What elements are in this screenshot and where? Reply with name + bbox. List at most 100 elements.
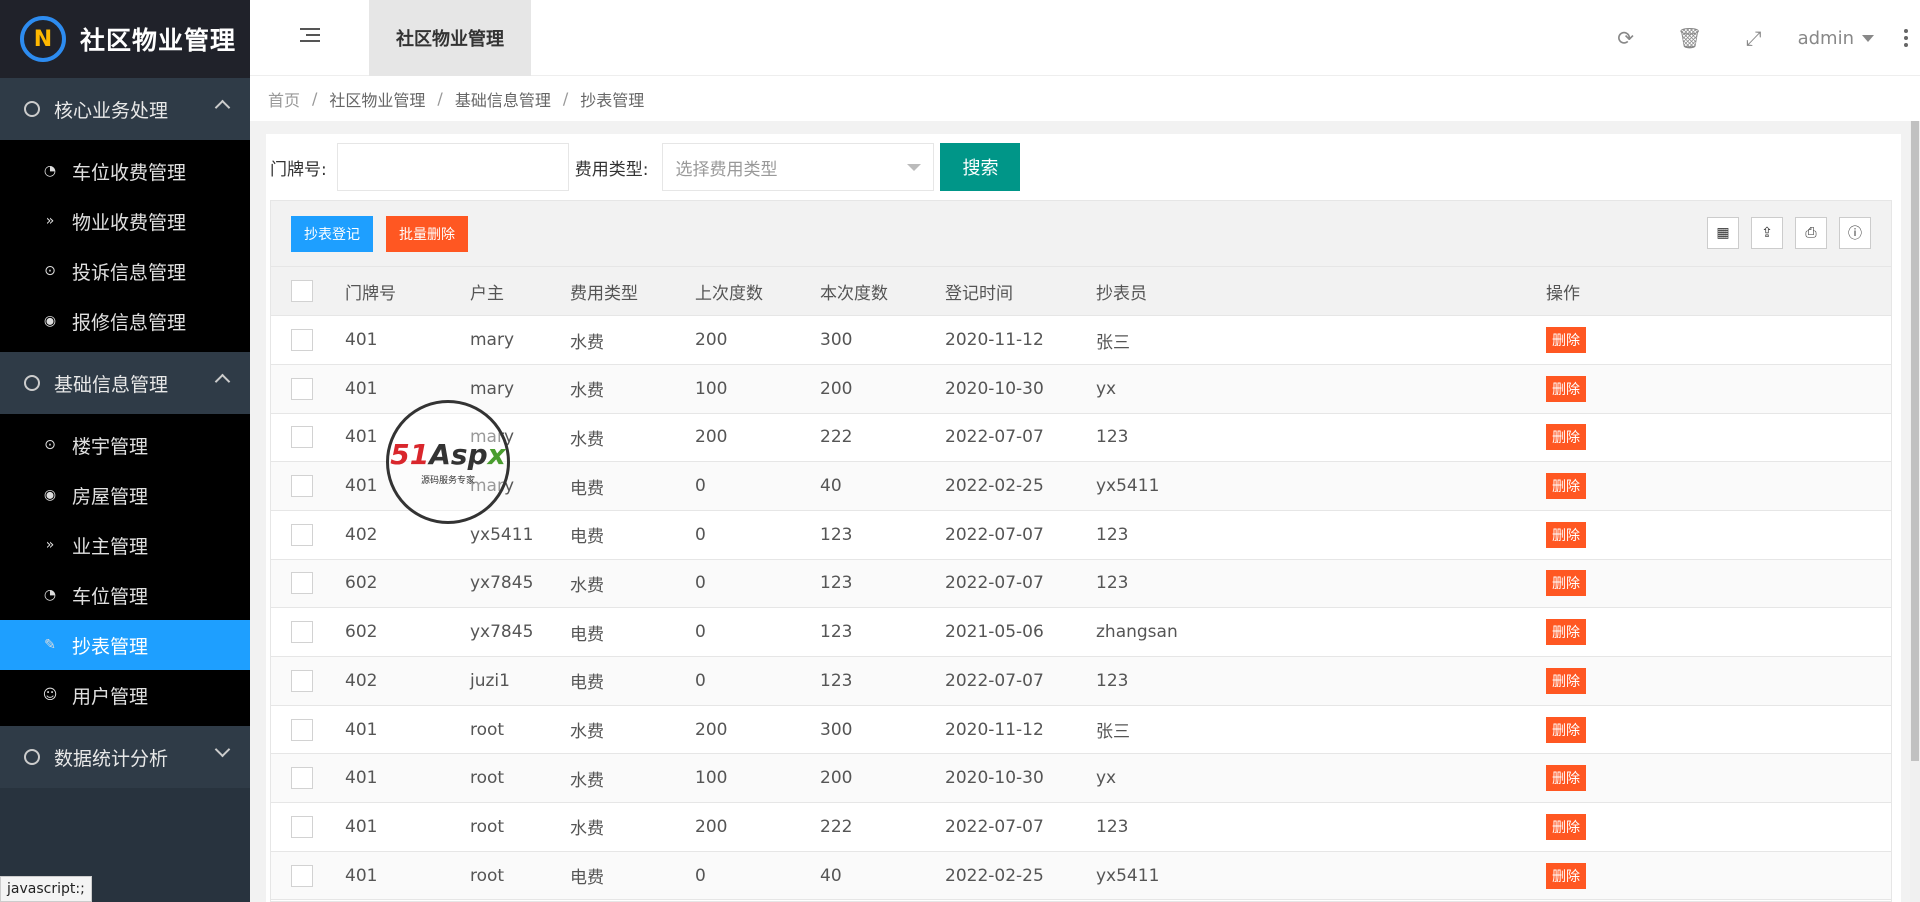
column-header[interactable]: 上次度数: [695, 267, 820, 317]
app-logo[interactable]: N 社区物业管理: [0, 0, 250, 78]
column-header[interactable]: 户主: [470, 267, 570, 317]
print-icon[interactable]: ⎙: [1795, 217, 1827, 249]
table-cell: 401: [345, 802, 470, 852]
column-header[interactable]: 本次度数: [820, 267, 945, 317]
table-cell: 123: [820, 607, 945, 657]
sidebar-item[interactable]: ⊙ 楼宇管理: [0, 420, 250, 470]
row-checkbox[interactable]: [291, 621, 313, 644]
table-row: 401 mary 水费 100 200 2020-10-30 yx 删除: [271, 364, 1891, 414]
sidebar-item-label: 业主管理: [72, 535, 149, 558]
delete-button[interactable]: 删除: [1546, 619, 1586, 646]
more-vertical-icon[interactable]: [1892, 28, 1920, 49]
row-checkbox[interactable]: [291, 718, 313, 741]
sidebar-item[interactable]: ☺ 用户管理: [0, 670, 250, 720]
delete-button[interactable]: 删除: [1546, 375, 1586, 402]
row-checkbox[interactable]: [291, 815, 313, 838]
column-header: 操作: [1396, 267, 1891, 317]
search-button[interactable]: 搜索: [940, 143, 1021, 191]
sidebar-item[interactable]: ◉ 房屋管理: [0, 470, 250, 520]
sidebar-item[interactable]: » 物业收费管理: [0, 196, 250, 246]
table-row: 402 juzi1 电费 0 123 2022-07-07 123 删除: [271, 656, 1891, 706]
column-header[interactable]: 登记时间: [945, 267, 1096, 317]
export-icon[interactable]: ⇪: [1751, 217, 1783, 249]
delete-button[interactable]: 删除: [1546, 327, 1586, 354]
columns-filter-icon[interactable]: ▦: [1707, 217, 1739, 249]
fee-type-select[interactable]: 选择费用类型: [662, 143, 935, 191]
add-reading-button[interactable]: 抄表登记: [291, 215, 373, 252]
column-header[interactable]: 费用类型: [570, 267, 695, 317]
user-menu[interactable]: admin: [1786, 28, 1892, 49]
header-tab[interactable]: 社区物业管理: [369, 0, 531, 76]
table-cell: 张三: [1096, 705, 1396, 755]
info-icon[interactable]: ⓘ: [1839, 217, 1871, 249]
app-title: 社区物业管理: [80, 26, 237, 55]
breadcrumb-item[interactable]: 基础信息管理: [455, 87, 551, 111]
sidebar-group[interactable]: 数据统计分析: [0, 726, 250, 788]
row-checkbox[interactable]: [291, 864, 313, 887]
table-cell: 水费: [570, 315, 695, 365]
table-cell: 200: [820, 753, 945, 804]
table-cell: mary: [470, 364, 570, 414]
select-all-checkbox[interactable]: [291, 280, 313, 303]
caret-down-icon: [1862, 34, 1874, 42]
breadcrumb-item[interactable]: 社区物业管理: [329, 87, 425, 111]
sidebar-item-label: 车位管理: [72, 585, 149, 608]
delete-button[interactable]: 删除: [1546, 765, 1586, 792]
row-checkbox[interactable]: [291, 475, 313, 498]
watermark-logo: 51Aspx 源码服务专家: [386, 400, 510, 524]
refresh-icon[interactable]: ⟳: [1594, 0, 1658, 76]
table-cell: 0: [695, 851, 820, 901]
table-row: 402 yx5411 电费 0 123 2022-07-07 123 删除: [271, 510, 1891, 560]
sidebar-item[interactable]: » 业主管理: [0, 520, 250, 570]
sidebar-item[interactable]: ✎ 抄表管理: [0, 620, 250, 670]
batch-delete-button[interactable]: 批量删除: [386, 215, 468, 252]
main-card: 门牌号: 费用类型: 选择费用类型 搜索 抄表登记 批量删除 ▦ ⇪ ⎙ ⓘ 门…: [266, 134, 1901, 902]
delete-button[interactable]: 删除: [1546, 473, 1586, 500]
breadcrumb-item[interactable]: 首页: [268, 87, 300, 111]
status-bar: javascript:;: [0, 876, 92, 902]
door-number-input[interactable]: [336, 143, 569, 191]
row-checkbox[interactable]: [291, 767, 313, 790]
delete-button[interactable]: 删除: [1546, 570, 1586, 597]
table-cell: 123: [1096, 802, 1396, 852]
row-checkbox[interactable]: [291, 572, 313, 595]
table-cell: 2022-07-07: [945, 656, 1096, 706]
sidebar-item[interactable]: ◔ 车位收费管理: [0, 146, 250, 196]
delete-button[interactable]: 删除: [1546, 862, 1586, 889]
fullscreen-icon[interactable]: ⤢: [1722, 0, 1786, 76]
delete-button[interactable]: 删除: [1546, 667, 1586, 694]
sidebar-item[interactable]: ⊙ 投诉信息管理: [0, 246, 250, 296]
sidebar-item[interactable]: ◔ 车位管理: [0, 570, 250, 620]
sidebar-group[interactable]: 核心业务处理: [0, 78, 250, 140]
table-cell: 电费: [570, 851, 695, 901]
row-checkbox[interactable]: [291, 523, 313, 546]
breadcrumb-current: 抄表管理: [580, 90, 645, 110]
row-checkbox[interactable]: [291, 426, 313, 449]
table-toolbar: 抄表登记 批量删除 ▦ ⇪ ⎙ ⓘ: [271, 201, 1891, 267]
column-header[interactable]: 抄表员: [1096, 267, 1396, 317]
sidebar-item[interactable]: ◉ 报修信息管理: [0, 296, 250, 346]
column-header[interactable]: 门牌号: [345, 267, 470, 317]
delete-button[interactable]: 删除: [1546, 813, 1586, 840]
delete-button[interactable]: 删除: [1546, 716, 1586, 743]
table-cell: 2022-02-25: [945, 461, 1096, 511]
row-checkbox[interactable]: [291, 377, 313, 400]
table-cell: 402: [345, 656, 470, 706]
page-scrollbar[interactable]: [1910, 121, 1920, 902]
delete-button[interactable]: 删除: [1546, 521, 1586, 548]
sidebar-item-label: 车位收费管理: [72, 161, 187, 184]
table-row: 401 mary 水费 200 300 2020-11-12 张三 删除: [271, 315, 1891, 365]
row-checkbox[interactable]: [291, 669, 313, 692]
circle-icon: [24, 749, 40, 765]
table-row: 401 root 水费 100 200 2020-10-30 yx 删除: [271, 753, 1891, 804]
sidebar-group[interactable]: 基础信息管理: [0, 352, 250, 414]
menu-toggle-icon[interactable]: [300, 28, 320, 46]
table-cell: 123: [1096, 510, 1396, 560]
delete-button[interactable]: 删除: [1546, 424, 1586, 451]
table-row: 401 mary 水费 200 222 2022-07-07 123 删除: [271, 413, 1891, 463]
circle-up-icon: ◉: [43, 313, 57, 329]
row-checkbox[interactable]: [291, 329, 313, 352]
trash-icon[interactable]: 🗑: [1658, 0, 1722, 76]
table-cell: 2022-07-07: [945, 559, 1096, 609]
table-row: 401 mary 电费 0 40 2022-02-25 yx5411 删除: [271, 461, 1891, 511]
